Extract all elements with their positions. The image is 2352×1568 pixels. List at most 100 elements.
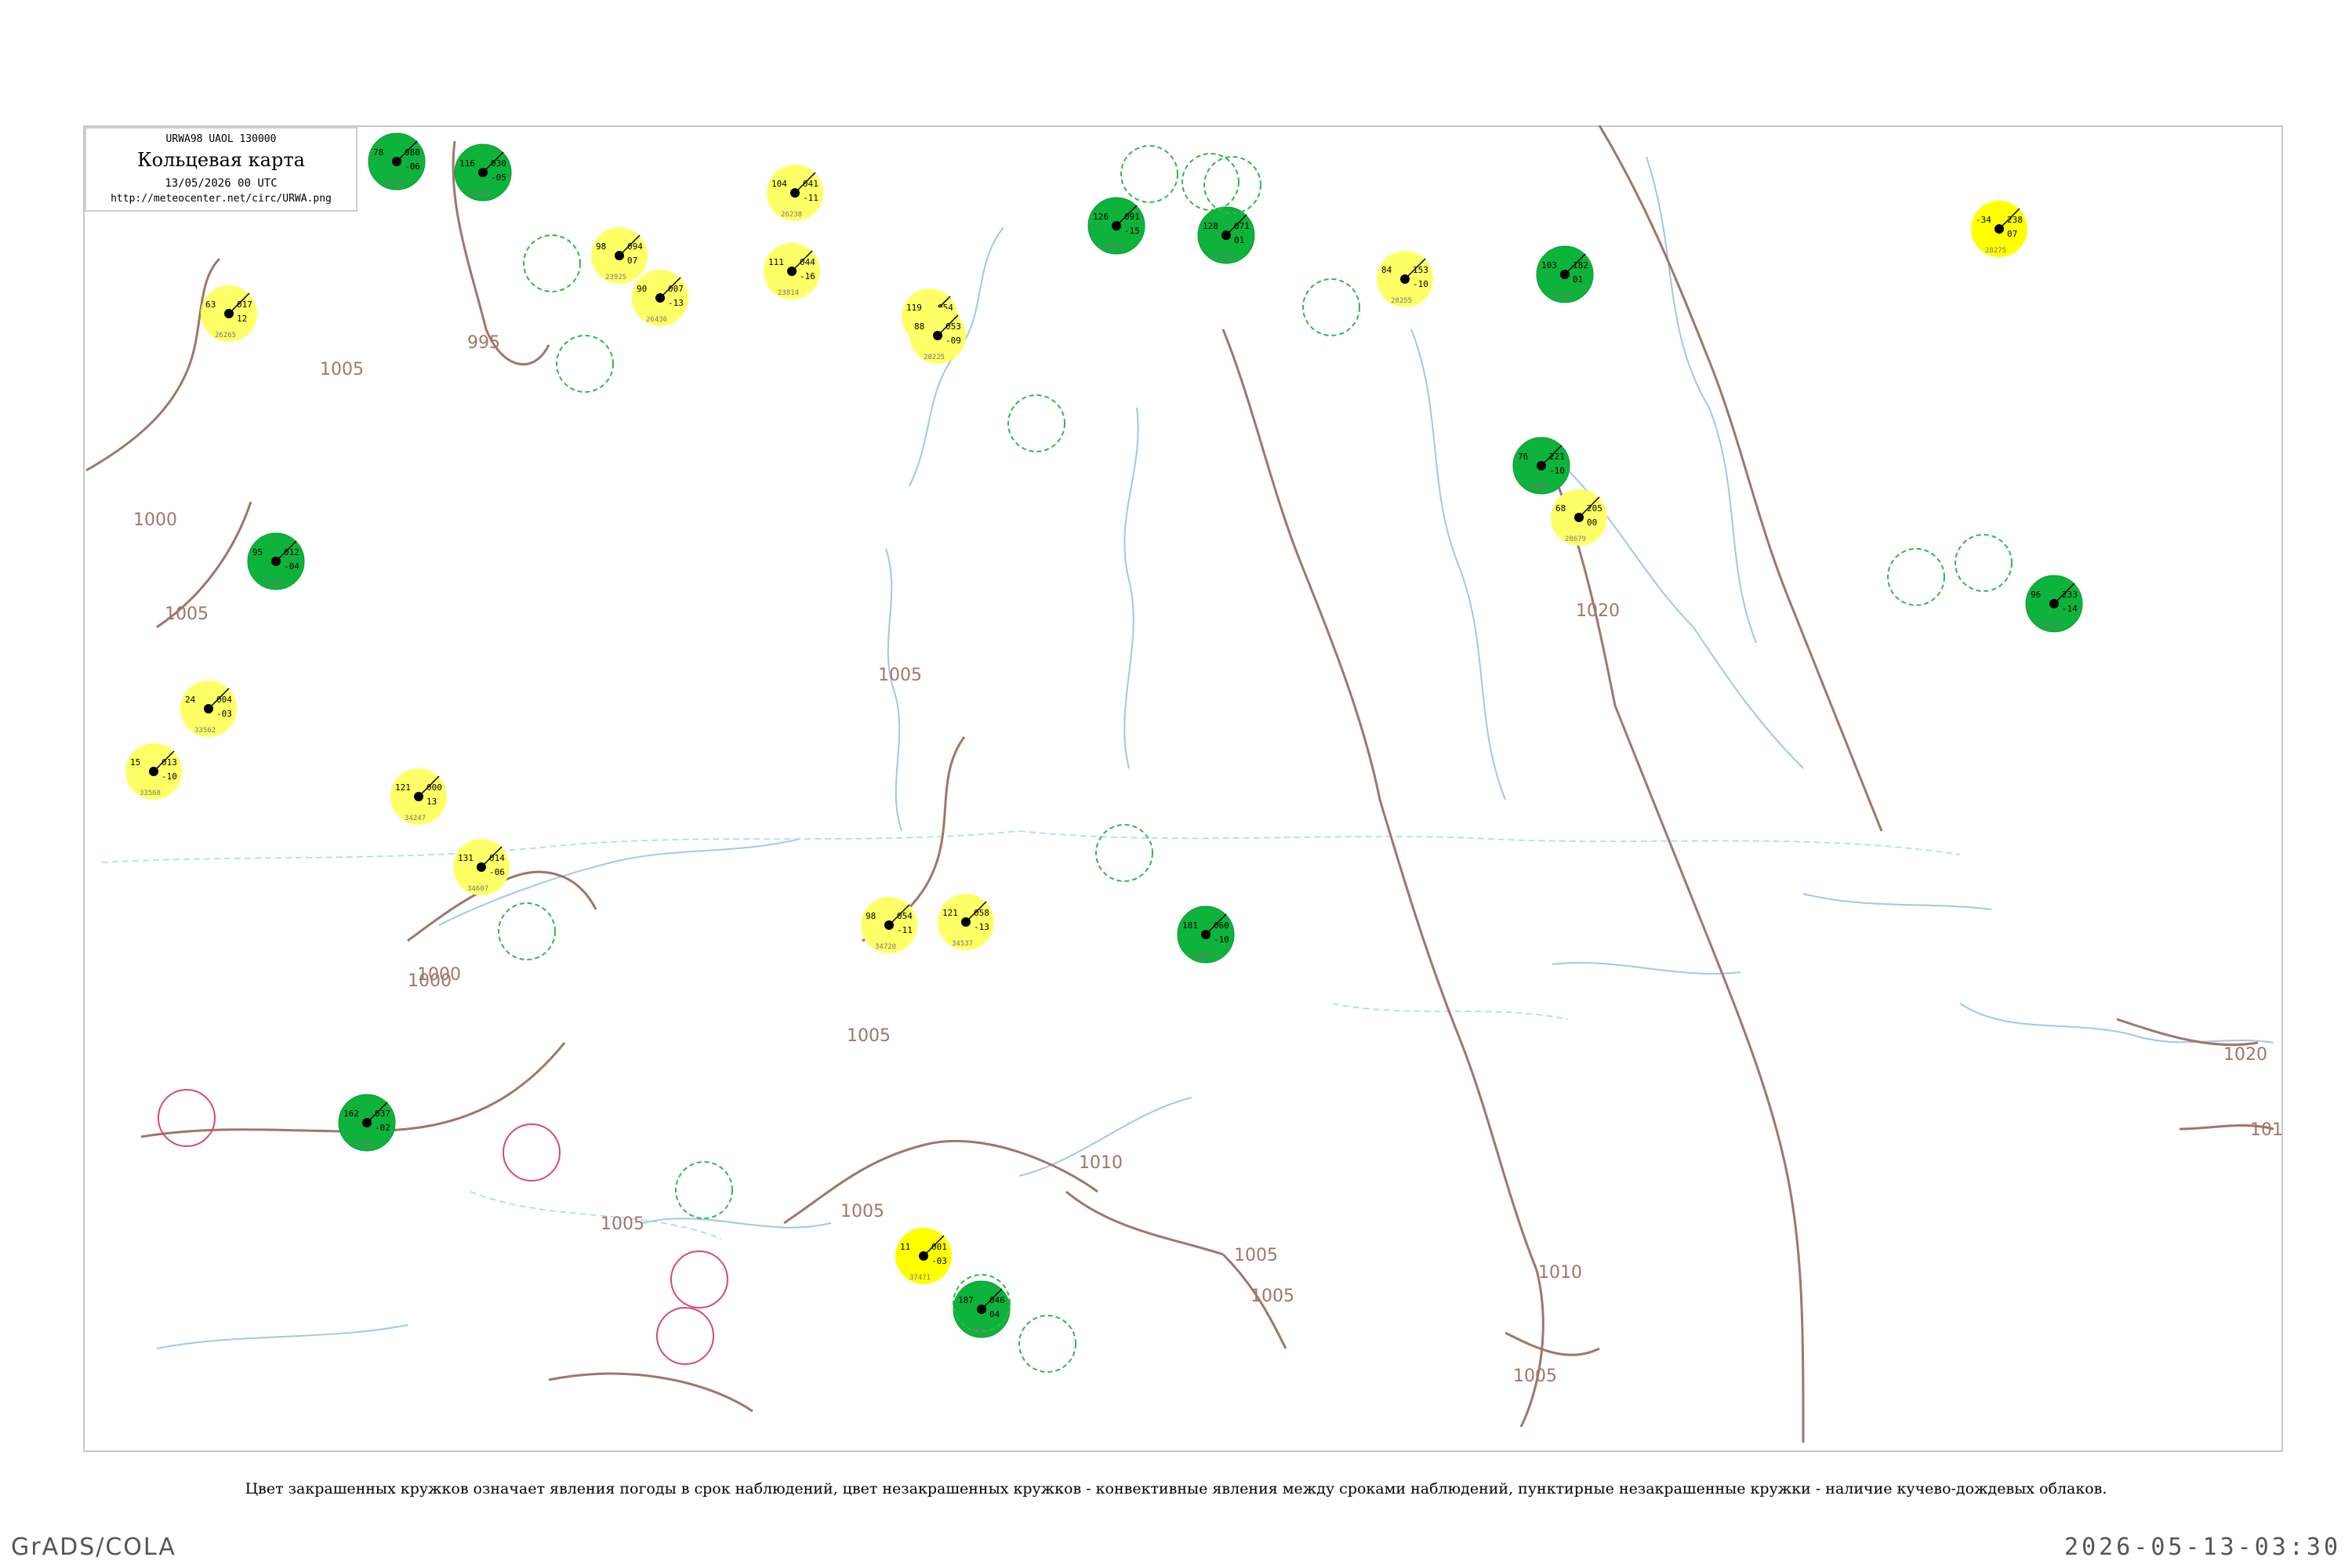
station-pressure: 238 <box>2007 215 2023 225</box>
station-tendency: 07 <box>2007 229 2017 239</box>
station-temperature: 98 <box>596 241 606 252</box>
station-precip: 091 126 -1527037 <box>1087 197 1145 255</box>
station-index: 28722 <box>1551 292 1572 300</box>
station-pressure: 205 <box>1587 503 1602 514</box>
station-temperature: 131 <box>458 853 474 863</box>
station-temperature: 119 <box>906 303 922 313</box>
isobar-label: 101 <box>2250 1120 2283 1140</box>
convective-ring <box>1955 534 2013 592</box>
station-index: 35067 <box>1192 953 1213 960</box>
station-precip: 980 78 -06 26422 <box>368 132 426 191</box>
convective-ring <box>556 335 614 393</box>
station-fog: 153 84 -1028255 <box>1377 251 1433 307</box>
convective-ring <box>1007 394 1065 452</box>
station-tendency: 04 <box>989 1309 1000 1319</box>
station-temperature: 15 <box>130 757 140 768</box>
synoptic-map: 995 1005 1000 1005 1000 1005 1005 1005 1010 1005 1… <box>85 125 2283 1443</box>
station-precip: 182 103 0128722 <box>1536 245 1594 303</box>
station-temperature: 68 <box>1555 503 1566 514</box>
station-pressure: 030 <box>491 158 506 169</box>
footer-credit: GrADS/COLA <box>11 1534 176 1561</box>
station-index: 34167 <box>2040 622 2061 630</box>
isobar-label: 1005 <box>1250 1287 1294 1306</box>
convective-ring <box>1302 278 1360 336</box>
station-fog: 058 121 -1334537 <box>938 894 994 950</box>
station-pressure: 000 <box>426 782 442 793</box>
station-temperature: 98 <box>866 911 876 921</box>
station-tendency: -11 <box>897 925 913 935</box>
station-fog: 053 88 -09 28225 <box>909 307 966 364</box>
station-index: 26422 <box>383 180 404 187</box>
station-precip: 030 116 -05 26326 <box>454 143 512 201</box>
convective-ring <box>1181 153 1240 211</box>
isobar-label: 1010 <box>1079 1153 1123 1173</box>
border-line <box>1018 830 1961 855</box>
station-temperature: 88 <box>914 321 924 332</box>
station-index: 36086 <box>1527 484 1548 492</box>
station-tendency: -03 <box>216 709 232 719</box>
isobar-label: 1005 <box>847 1026 891 1046</box>
station-fog: 054 98 -1134720 <box>861 897 917 953</box>
isobar-label: 1005 <box>840 1202 884 1221</box>
station-fog: 205 68 0028679 <box>1551 489 1607 546</box>
station-fog: 007 90 -1326436 <box>632 270 688 326</box>
station-tendency: -13 <box>974 922 989 932</box>
station-index: 37050 <box>353 1141 374 1149</box>
convective-ring <box>503 1123 561 1181</box>
station-pressure: 041 <box>803 179 818 189</box>
station-pressure: 071 <box>1234 221 1250 231</box>
station-temperature: 121 <box>942 908 958 918</box>
station-temperature: 78 <box>373 147 383 158</box>
station-pressure: 001 <box>931 1242 947 1252</box>
station-precip: 037 162 -0237050 <box>338 1094 396 1152</box>
station-temperature: 24 <box>185 695 196 705</box>
station-temperature: 121 <box>395 782 411 793</box>
station-index: 28225 <box>924 354 945 361</box>
river-line <box>885 548 902 832</box>
station-strong: 238 -34 0728275 <box>1971 201 2027 257</box>
station-pressure: 012 <box>284 547 299 557</box>
isobar-label: 1005 <box>878 666 922 685</box>
station-tendency: -03 <box>931 1256 947 1266</box>
river-line <box>1802 893 1992 910</box>
station-pressure: 004 <box>216 695 232 705</box>
isobar-label: 1005 <box>165 604 209 624</box>
station-temperature: 111 <box>768 257 784 267</box>
station-temperature: 187 <box>958 1295 974 1305</box>
station-fog: 014 131 -0634607 <box>453 839 510 895</box>
station-pressure: 153 <box>1413 265 1428 275</box>
station-index: 33568 <box>140 789 161 797</box>
map-title: Кольцевая карта <box>137 149 305 171</box>
station-tendency: 12 <box>237 314 247 324</box>
isobar-label: 1000 <box>133 510 177 530</box>
footer-timestamp: 2026-05-13-03:30 <box>2064 1534 2341 1561</box>
convective-ring <box>158 1089 216 1147</box>
station-index: 28679 <box>1565 535 1586 543</box>
station-pressure: 013 <box>162 757 177 768</box>
station-index: 34247 <box>405 815 426 822</box>
station-pressure: 221 <box>1549 452 1565 462</box>
station-index: 26436 <box>646 316 667 324</box>
map-source-url[interactable]: http://meteocenter.net/circ/URWA.png <box>86 193 356 205</box>
station-index: 34537 <box>952 940 973 948</box>
isobar-label: 1020 <box>2223 1045 2267 1065</box>
station-tendency: -10 <box>1549 466 1565 476</box>
station-fog: 000 121 13 34247 <box>390 768 447 825</box>
station-temperature: 11 <box>900 1242 910 1252</box>
map-caption: Цвет закрашенных кружков означает явлени… <box>245 1480 2107 1497</box>
isobar-label: 1000 <box>417 965 461 985</box>
isobar-line <box>1065 1190 1224 1256</box>
station-temperature: -34 <box>1976 215 1991 225</box>
convective-ring <box>1887 548 1945 606</box>
map-legend-box: URWA98 UAOL 130000 Кольцевая карта 13/05… <box>85 127 358 212</box>
station-tendency: -06 <box>489 867 505 877</box>
station-tendency: -04 <box>284 561 299 572</box>
station-tendency: 01 <box>1573 274 1583 285</box>
station-precip: 0461870437021 <box>953 1280 1011 1338</box>
station-tendency: -10 <box>1214 935 1229 945</box>
station-precip: 221 76 -1036086 <box>1512 437 1570 495</box>
station-temperature: 181 <box>1182 920 1198 931</box>
borders-layer <box>101 830 1961 1240</box>
river-line <box>1959 1003 2274 1044</box>
station-fog: 013 15 -1033568 <box>125 743 182 800</box>
